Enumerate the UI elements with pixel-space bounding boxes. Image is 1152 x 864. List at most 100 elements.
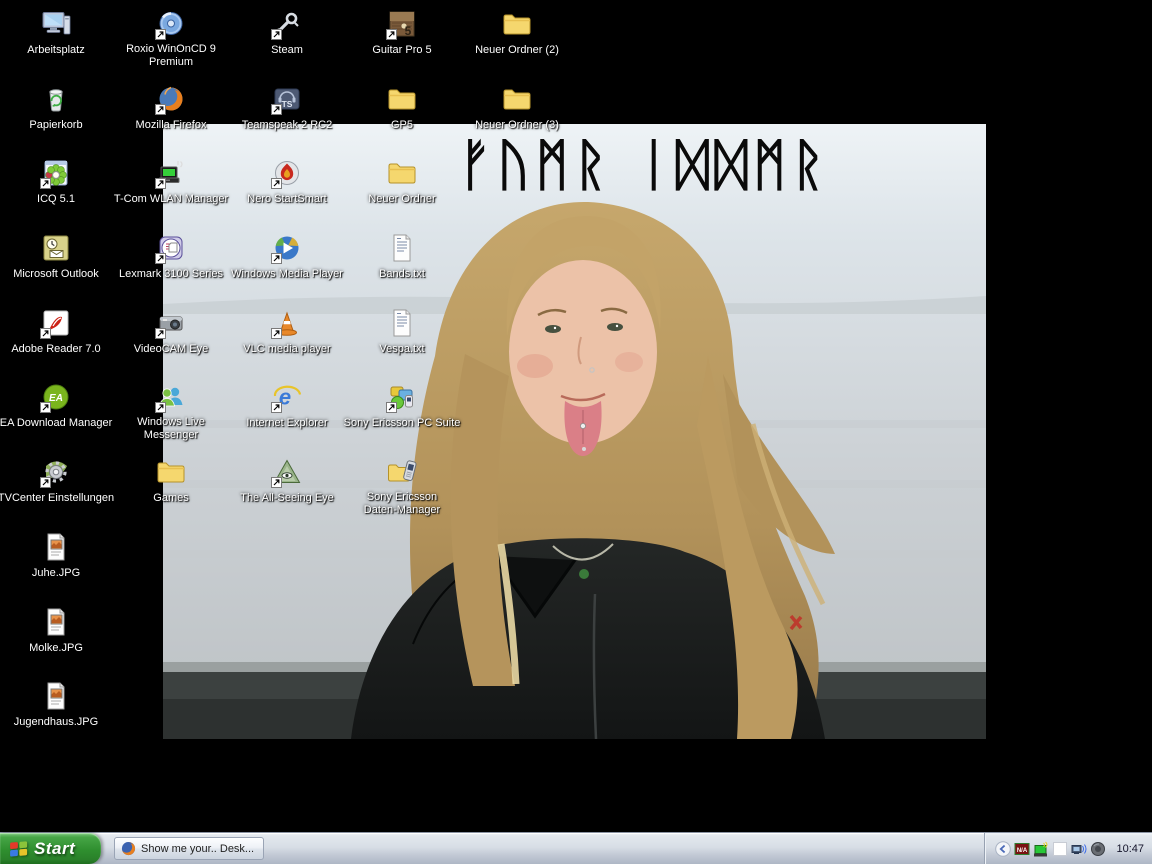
desktop-icon-label: Arbeitsplatz bbox=[27, 44, 84, 57]
svg-text:5: 5 bbox=[405, 24, 412, 38]
start-button-label: Start bbox=[34, 839, 75, 859]
desktop-icon-label: Internet Explorer bbox=[246, 417, 327, 430]
folder-icon bbox=[501, 8, 533, 40]
shortcut-arrow-icon bbox=[155, 178, 166, 189]
shortcut-arrow-icon bbox=[271, 104, 282, 115]
shortcut-arrow-icon bbox=[155, 104, 166, 115]
svg-text:TS: TS bbox=[282, 99, 293, 109]
wallpaper-scene bbox=[163, 124, 986, 739]
folder-icon bbox=[501, 83, 533, 115]
folder-icon bbox=[155, 456, 187, 488]
task-button-label: Show me your.. Desk... bbox=[141, 843, 254, 855]
desktop-icon-label: VideoCAM Eye bbox=[134, 343, 208, 356]
desktop-icon-label: Jugendhaus.JPG bbox=[14, 716, 98, 729]
my-computer-icon bbox=[40, 8, 72, 40]
adobe-icon bbox=[40, 307, 72, 339]
shortcut-arrow-icon bbox=[40, 178, 51, 189]
shortcut-arrow-icon bbox=[155, 328, 166, 339]
firefox-icon bbox=[121, 841, 136, 856]
folder-icon bbox=[386, 157, 418, 189]
sesuite-icon bbox=[386, 381, 418, 413]
wmp-icon bbox=[271, 232, 303, 264]
desktop-icon-neuer-ordner-3[interactable]: Neuer Ordner (3) bbox=[447, 83, 587, 133]
eye-icon bbox=[271, 456, 303, 488]
sedaten-icon bbox=[386, 456, 418, 488]
desktop-icon-bands-txt[interactable]: Bands.txt bbox=[332, 232, 472, 282]
desktop-icon-label: Molke.JPG bbox=[29, 642, 83, 655]
windows-logo-icon bbox=[9, 839, 29, 859]
roxio-icon bbox=[155, 8, 187, 40]
firefox-icon bbox=[155, 83, 187, 115]
desktop-icon-label: The All-Seeing Eye bbox=[240, 492, 334, 505]
desktop-icon-label: Neuer Ordner (3) bbox=[475, 119, 559, 132]
jpg-icon bbox=[40, 531, 72, 563]
desktop-icon-juhe-jpg[interactable]: Juhe.JPG bbox=[0, 531, 126, 581]
tray-icons: N/A bbox=[995, 841, 1106, 857]
desktop-icon-label: Vespa.txt bbox=[379, 343, 424, 356]
desktop-icon-label: Adobe Reader 7.0 bbox=[11, 343, 100, 356]
desktop-icon-label: TVCenter Einstellungen bbox=[0, 492, 114, 505]
tray-wireless-network-icon[interactable] bbox=[1071, 841, 1087, 857]
desktop-icon-label: Juhe.JPG bbox=[32, 567, 80, 580]
desktop-icon-sony-ericsson-pc-suite[interactable]: Sony Ericsson PC Suite bbox=[332, 381, 472, 431]
tray-volume-icon[interactable] bbox=[1090, 841, 1106, 857]
shortcut-arrow-icon bbox=[155, 253, 166, 264]
shortcut-arrow-icon bbox=[40, 477, 51, 488]
wallpaper-rune-title: ᚠᚢᛗᚱ ᛁᛞᛞᛗᚱ bbox=[458, 138, 938, 194]
desktop-icon-neuer-ordner[interactable]: Neuer Ordner bbox=[332, 157, 472, 207]
desktop-icon-neuer-ordner-2[interactable]: Neuer Ordner (2) bbox=[447, 8, 587, 58]
desktop-icon-label: Nero StartSmart bbox=[247, 193, 326, 206]
system-tray: N/A 10:47 bbox=[984, 833, 1152, 864]
desktop-icon-label: Guitar Pro 5 bbox=[372, 44, 431, 57]
messenger-icon bbox=[155, 381, 187, 413]
desktop-icon-label: Steam bbox=[271, 44, 303, 57]
folder-icon bbox=[386, 83, 418, 115]
desktop-icon-label: EA Download Manager bbox=[0, 417, 112, 430]
desktop-icon-jugendhaus-jpg[interactable]: Jugendhaus.JPG bbox=[0, 680, 126, 730]
desktop-icon-label: Windows Media Player bbox=[231, 268, 343, 281]
wallpaper-photo: ᚠᚢᛗᚱ ᛁᛞᛞᛗᚱ bbox=[163, 124, 986, 739]
tvcenter-icon bbox=[40, 456, 72, 488]
desktop-icon-label: Sony Ericsson PC Suite bbox=[344, 417, 461, 430]
jpg-icon bbox=[40, 606, 72, 638]
recycle-bin-icon bbox=[40, 83, 72, 115]
shortcut-arrow-icon bbox=[40, 402, 51, 413]
shortcut-arrow-icon bbox=[271, 328, 282, 339]
desktop: ᚠᚢᛗᚱ ᛁᛞᛞᛗᚱ ArbeitsplatzPapierkorbICQ 5.1… bbox=[0, 0, 1152, 864]
task-button-firefox-window[interactable]: Show me your.. Desk... bbox=[114, 837, 264, 860]
guitarpro-icon: 5 bbox=[386, 8, 418, 40]
lexmark-icon bbox=[155, 232, 187, 264]
tray-chevron-icon[interactable] bbox=[995, 841, 1011, 857]
shortcut-arrow-icon bbox=[271, 253, 282, 264]
tray-clock: 10:47 bbox=[1116, 843, 1144, 855]
svg-text:EA: EA bbox=[49, 393, 63, 404]
videocam-icon bbox=[155, 307, 187, 339]
desktop-icon-label: VLC media player bbox=[243, 343, 330, 356]
taskbar: Start Show me your.. Desk... N/A 10:47 bbox=[0, 832, 1152, 864]
desktop-icon-vespa-txt[interactable]: Vespa.txt bbox=[332, 307, 472, 357]
desktop-icon-label: Bands.txt bbox=[379, 268, 425, 281]
desktop-icon-label: Neuer Ordner (2) bbox=[475, 44, 559, 57]
shortcut-arrow-icon bbox=[386, 29, 397, 40]
desktop-icon-label: Games bbox=[153, 492, 188, 505]
svg-text:N/A: N/A bbox=[1017, 847, 1028, 853]
vlc-icon bbox=[271, 307, 303, 339]
desktop-icon-molke-jpg[interactable]: Molke.JPG bbox=[0, 606, 126, 656]
desktop-icon-label: ICQ 5.1 bbox=[37, 193, 75, 206]
shortcut-arrow-icon bbox=[271, 477, 282, 488]
desktop-icon-label: Microsoft Outlook bbox=[13, 268, 99, 281]
desktop-icon-label: Roxio WinOnCD 9 Premium bbox=[126, 43, 216, 69]
shortcut-arrow-icon bbox=[271, 178, 282, 189]
shortcut-arrow-icon bbox=[271, 29, 282, 40]
icq-icon bbox=[40, 157, 72, 189]
nero-icon bbox=[271, 157, 303, 189]
tray-blank-icon[interactable] bbox=[1052, 841, 1068, 857]
tray-na-status-icon[interactable]: N/A bbox=[1014, 841, 1030, 857]
tray-wlan-monitor-icon[interactable] bbox=[1033, 841, 1049, 857]
txt-icon bbox=[386, 232, 418, 264]
shortcut-arrow-icon bbox=[386, 402, 397, 413]
shortcut-arrow-icon bbox=[271, 402, 282, 413]
start-button[interactable]: Start bbox=[0, 833, 101, 864]
desktop-icon-sony-ericsson-daten-manager[interactable]: Sony Ericsson Daten-Manager bbox=[332, 456, 472, 518]
shortcut-arrow-icon bbox=[155, 402, 166, 413]
